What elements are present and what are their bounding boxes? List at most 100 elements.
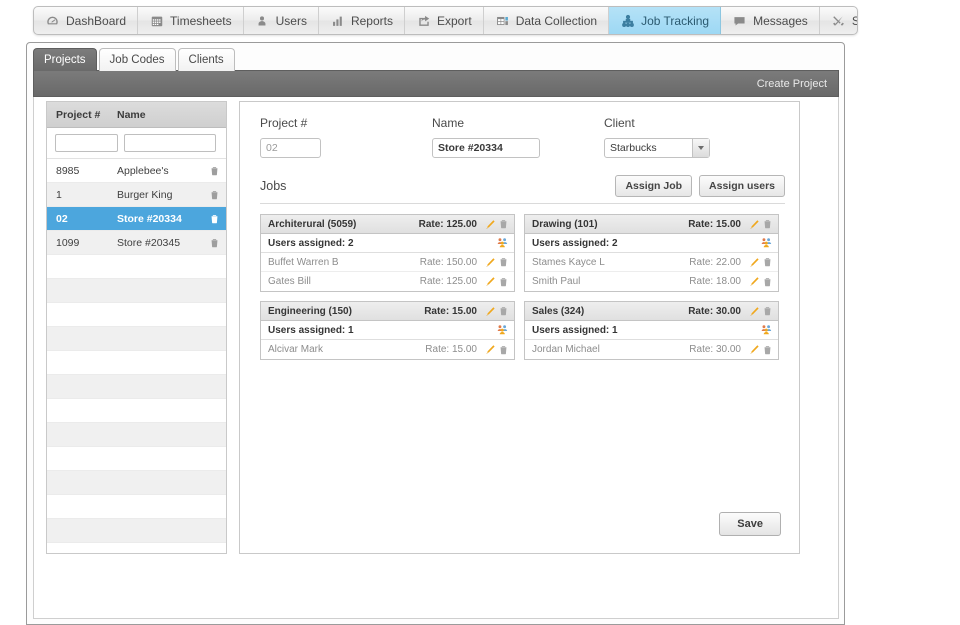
edit-user-rate-icon[interactable] [484,344,497,355]
wrench-screwdriver-icon [831,14,846,28]
client-select-value: Starbucks [605,142,692,154]
project-row-empty [47,471,226,495]
job-user-row: Jordan MichaelRate: 30.00 [525,340,778,359]
project-fields: Project # Name Client Starbucks [240,102,799,158]
delete-project-icon[interactable] [202,189,226,201]
save-row: Save [719,512,781,536]
filter-project-number-input[interactable] [55,134,118,152]
job-rate: Rate: 15.00 [688,219,741,230]
nav-item-label: Job Tracking [641,14,709,28]
job-rate: Rate: 15.00 [424,306,477,317]
edit-job-icon[interactable] [484,306,497,317]
project-row-empty [47,303,226,327]
delete-job-icon[interactable] [761,218,774,230]
assign-users-icon[interactable] [496,237,509,249]
edit-user-rate-icon[interactable] [484,276,497,287]
project-row[interactable]: 1Burger King [47,183,226,207]
delete-job-icon[interactable] [497,218,510,230]
nav-item-export[interactable]: Export [405,7,484,34]
bar-chart-icon [330,14,345,28]
edit-user-rate-icon[interactable] [748,276,761,287]
project-list-rows: 8985Applebee's1Burger King02Store #20334… [47,159,226,554]
project-row[interactable]: 8985Applebee's [47,159,226,183]
nav-item-timesheets[interactable]: Timesheets [138,7,244,34]
project-row-name: Burger King [113,189,202,201]
project-row-empty [47,495,226,519]
delete-job-icon[interactable] [497,305,510,317]
remove-user-icon[interactable] [761,256,774,268]
edit-job-icon[interactable] [484,219,497,230]
job-title: Engineering (150) [268,306,424,317]
nav-item-data-collection[interactable]: Data Collection [484,7,609,34]
nav-item-label: Data Collection [516,14,597,28]
delete-job-icon[interactable] [761,305,774,317]
job-user-rate: Rate: 125.00 [420,276,477,287]
client-select[interactable]: Starbucks [604,138,710,158]
users-assigned-label: Users assigned: 2 [532,238,760,249]
assign-users-icon[interactable] [760,324,773,336]
field-name: Name [432,116,604,158]
assign-job-button[interactable]: Assign Job [615,175,692,197]
nav-item-reports[interactable]: Reports [319,7,405,34]
person-icon [255,14,270,28]
nav-item-job-tracking[interactable]: Job Tracking [609,7,721,34]
edit-user-rate-icon[interactable] [748,257,761,268]
assign-users-icon[interactable] [760,237,773,249]
main-navigation: DashBoard TimesheetsUsersReports Export Dat… [33,6,858,35]
remove-user-icon[interactable] [497,256,510,268]
filter-name-input[interactable] [124,134,216,152]
remove-user-icon[interactable] [761,276,774,288]
sub-tab-projects[interactable]: Projects [33,48,97,71]
assign-users-icon[interactable] [496,324,509,336]
job-card: Engineering (150)Rate: 15.00Users assign… [260,301,515,360]
create-project-button[interactable]: Create Project [757,78,827,90]
project-row-number: 02 [47,213,113,225]
assign-users-button[interactable]: Assign users [699,175,785,197]
nav-item-label: Export [437,14,472,28]
job-user-name: Smith Paul [532,276,689,287]
save-button[interactable]: Save [719,512,781,536]
nav-item-dashboard[interactable]: DashBoard [34,7,138,34]
project-name-input[interactable] [432,138,540,158]
project-number-input[interactable] [260,138,321,158]
edit-user-rate-icon[interactable] [484,257,497,268]
job-user-row: Stames Kayce LRate: 22.00 [525,253,778,272]
users-assigned-label: Users assigned: 1 [532,325,760,336]
project-list-header: Project # Name [47,102,226,128]
delete-project-icon[interactable] [202,237,226,249]
remove-user-icon[interactable] [497,344,510,356]
project-row-name: Store #20334 [113,213,202,225]
delete-project-icon[interactable] [202,165,226,177]
sub-tab-clients[interactable]: Clients [178,48,235,71]
remove-user-icon[interactable] [497,276,510,288]
job-card: Drawing (101)Rate: 15.00 Users assigned: … [524,214,779,292]
project-row-empty [47,279,226,303]
nav-item-label: DashBoard [66,14,126,28]
job-card-header: Drawing (101)Rate: 15.00 [525,215,778,234]
job-rate: Rate: 125.00 [419,219,477,230]
nav-item-users[interactable]: Users [244,7,319,34]
column-header-name: Name [113,109,226,121]
job-title: Drawing (101) [532,219,688,230]
chevron-down-icon[interactable] [692,139,709,157]
edit-job-icon[interactable] [748,219,761,230]
project-list-filters [47,128,226,159]
project-row[interactable]: 02Store #20334 [47,207,226,231]
job-user-name: Stames Kayce L [532,257,689,268]
nav-item-messages[interactable]: Messages [721,7,820,34]
sub-tab-job-codes[interactable]: Job Codes [99,48,176,71]
job-user-row: Alcivar MarkRate: 15.00 [261,340,514,359]
delete-project-icon[interactable] [202,213,226,225]
field-client: Client Starbucks [604,116,779,158]
job-user-name: Gates Bill [268,276,420,287]
speech-bubble-icon [732,14,747,28]
remove-user-icon[interactable] [761,344,774,356]
project-row[interactable]: 1099Store #20345 [47,231,226,255]
edit-job-icon[interactable] [748,306,761,317]
edit-user-rate-icon[interactable] [748,344,761,355]
project-row-number: 8985 [47,165,113,177]
project-list: Project # Name 8985Applebee's1Burger Kin… [46,101,227,554]
column-header-project-number: Project # [47,109,113,121]
nav-item-settings[interactable]: Settings [820,7,858,34]
grid-table-icon [495,14,510,28]
